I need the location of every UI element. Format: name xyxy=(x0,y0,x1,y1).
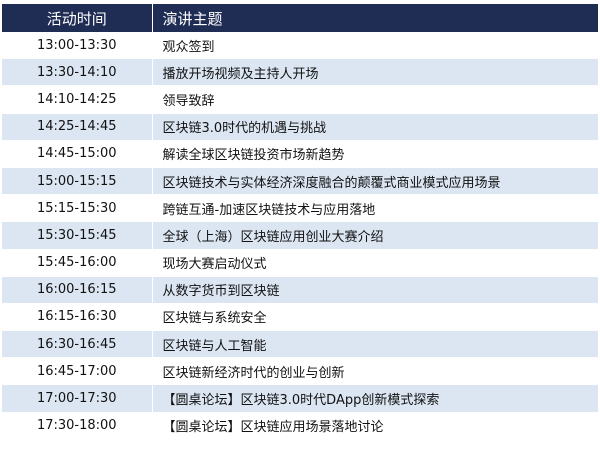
cell-time: 17:30-18:00 xyxy=(2,412,153,440)
cell-topic: 区块链与人工智能 xyxy=(152,330,598,359)
cell-time: 15:45-16:00 xyxy=(2,249,153,277)
header-row: 活动时间 演讲主题 xyxy=(2,4,598,32)
table-row: 15:00-15:15 区块链技术与实体经济深度融合的颠覆式商业模式应用场景 xyxy=(2,167,598,196)
cell-topic: 跨链互通-加速区块链技术与应用落地 xyxy=(152,194,598,223)
cell-topic: 全球（上海）区块链应用创业大赛介绍 xyxy=(152,221,598,250)
cell-time: 17:00-17:30 xyxy=(2,384,153,413)
cell-topic: 从数字货币到区块链 xyxy=(152,276,598,304)
table-row: 14:10-14:25 领导致辞 xyxy=(2,85,598,114)
table-row: 15:15-15:30 跨链互通-加速区块链技术与应用落地 xyxy=(2,194,598,223)
table-body: 13:00-13:30 观众签到 13:30-14:10 播放开场视频及主持人开场 14… xyxy=(2,32,598,440)
table-row: 13:00-13:30 观众签到 xyxy=(2,32,598,60)
table-row: 16:45-17:00 区块链新经济时代的创业与创新 xyxy=(2,357,598,386)
table-row: 13:30-14:10 播放开场视频及主持人开场 xyxy=(2,58,598,87)
schedule-table: 活动时间 演讲主题 13:00-13:30 观众签到 13:30-14:10 播放开场… xyxy=(2,4,598,440)
table-row: 15:30-15:45 全球（上海）区块链应用创业大赛介绍 xyxy=(2,221,598,250)
cell-topic: 观众签到 xyxy=(152,32,598,60)
cell-topic: 解读全球区块链投资市场新趋势 xyxy=(152,140,598,168)
header-time: 活动时间 xyxy=(2,4,153,32)
table-row: 16:30-16:45 区块链与人工智能 xyxy=(2,330,598,359)
cell-topic: 播放开场视频及主持人开场 xyxy=(152,58,598,87)
table-row: 16:15-16:30 区块链与系统安全 xyxy=(2,303,598,332)
table-row: 15:45-16:00 现场大赛启动仪式 xyxy=(2,249,598,277)
cell-time: 13:00-13:30 xyxy=(2,32,153,60)
cell-topic: 【圆桌论坛】区块链3.0时代DApp创新模式探索 xyxy=(152,384,598,413)
cell-topic: 区块链3.0时代的机遇与挑战 xyxy=(152,113,598,141)
schedule-table-wrapper: 活动时间 演讲主题 13:00-13:30 观众签到 13:30-14:10 播放开场… xyxy=(2,4,598,440)
cell-topic: 区块链新经济时代的创业与创新 xyxy=(152,357,598,386)
table-row: 16:00-16:15 从数字货币到区块链 xyxy=(2,276,598,304)
table-row: 14:25-14:45 区块链3.0时代的机遇与挑战 xyxy=(2,113,598,141)
cell-time: 13:30-14:10 xyxy=(2,58,153,87)
cell-time: 16:15-16:30 xyxy=(2,303,153,332)
cell-time: 14:45-15:00 xyxy=(2,140,153,168)
cell-topic: 领导致辞 xyxy=(152,85,598,114)
table-row: 17:00-17:30 【圆桌论坛】区块链3.0时代DApp创新模式探索 xyxy=(2,384,598,413)
cell-topic: 区块链技术与实体经济深度融合的颠覆式商业模式应用场景 xyxy=(152,167,598,196)
table-header: 活动时间 演讲主题 xyxy=(2,4,598,32)
table-row: 17:30-18:00 【圆桌论坛】区块链应用场景落地讨论 xyxy=(2,412,598,440)
cell-time: 15:00-15:15 xyxy=(2,167,153,196)
cell-time: 15:15-15:30 xyxy=(2,194,153,223)
cell-time: 16:45-17:00 xyxy=(2,357,153,386)
cell-time: 16:30-16:45 xyxy=(2,330,153,359)
cell-time: 16:00-16:15 xyxy=(2,276,153,304)
header-topic: 演讲主题 xyxy=(152,4,598,32)
cell-topic: 【圆桌论坛】区块链应用场景落地讨论 xyxy=(152,412,598,440)
cell-time: 14:10-14:25 xyxy=(2,85,153,114)
cell-topic: 区块链与系统安全 xyxy=(152,303,598,332)
cell-time: 15:30-15:45 xyxy=(2,221,153,250)
cell-time: 14:25-14:45 xyxy=(2,113,153,141)
table-row: 14:45-15:00 解读全球区块链投资市场新趋势 xyxy=(2,140,598,168)
cell-topic: 现场大赛启动仪式 xyxy=(152,249,598,277)
